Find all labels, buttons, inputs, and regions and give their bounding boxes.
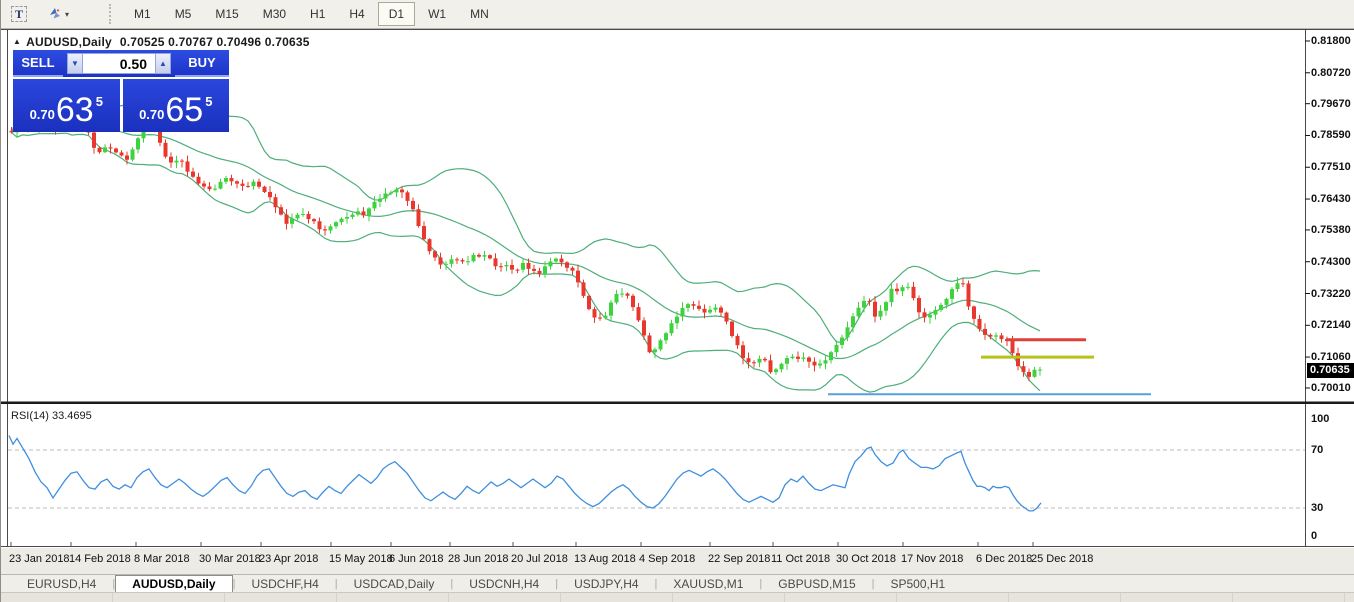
buy-price-prefix: 0.70 xyxy=(139,107,164,122)
one-click-trading-widget: SELL ▼ ▲ BUY 0.70635 0.70655 xyxy=(13,50,229,132)
price-axis-label: 0.75380 xyxy=(1311,224,1351,236)
toolbar: T ▾ M1M5M15M30H1H4D1W1MN xyxy=(1,0,1354,29)
date-axis-label: 22 Sep 2018 xyxy=(708,553,770,565)
rsi-axis-label: 0 xyxy=(1311,530,1317,542)
price-axis-label: 0.72140 xyxy=(1311,319,1351,331)
timeframe-button-m15[interactable]: M15 xyxy=(204,2,249,26)
date-axis-label: 4 Sep 2018 xyxy=(639,553,695,565)
sell-price-point: 5 xyxy=(96,94,103,109)
styler-icon xyxy=(47,5,63,24)
date-axis-label: 14 Feb 2018 xyxy=(69,553,131,565)
one-click-top-row: SELL ▼ ▲ BUY xyxy=(13,50,229,77)
buy-button[interactable]: BUY xyxy=(175,50,229,77)
price-axis-label: 0.77510 xyxy=(1311,161,1351,173)
date-axis-label: 23 Jan 2018 xyxy=(9,553,70,565)
date-axis-label: 25 Dec 2018 xyxy=(1031,553,1093,565)
buy-price-point: 5 xyxy=(205,94,212,109)
timeframe-button-m30[interactable]: M30 xyxy=(252,2,297,26)
mt4-chart-window: T ▾ M1M5M15M30H1H4D1W1MN ▲ AUDUSD,Daily 0.… xyxy=(0,0,1354,602)
one-click-trading-toggle-icon[interactable]: ▲ xyxy=(13,37,21,46)
volume-decrease-button[interactable]: ▼ xyxy=(67,53,83,74)
volume-control: ▼ ▲ xyxy=(67,50,171,77)
rsi-axis-label: 70 xyxy=(1311,444,1323,456)
symbol-label: AUDUSD,Daily xyxy=(26,35,112,49)
sell-price-panel[interactable]: 0.70635 xyxy=(13,79,120,132)
chart-tab[interactable]: USDCAD,Daily xyxy=(338,575,451,592)
date-axis-label: 6 Jun 2018 xyxy=(389,553,443,565)
buy-price-panel[interactable]: 0.70655 xyxy=(123,79,230,132)
chart-tab[interactable]: EURUSD,H4 xyxy=(11,575,112,592)
chart-tab[interactable]: USDCNH,H4 xyxy=(453,575,555,592)
chart-tab[interactable]: XAUUSD,M1 xyxy=(657,575,759,592)
chart-tab[interactable]: USDCHF,H4 xyxy=(235,575,334,592)
date-axis-label: 6 Dec 2018 xyxy=(976,553,1032,565)
chart-tab[interactable]: AUDUSD,Daily xyxy=(115,575,232,592)
ohlc-values: 0.70525 0.70767 0.70496 0.70635 xyxy=(120,35,310,49)
buy-price-pips: 65 xyxy=(165,95,203,125)
chart-tab[interactable]: GBPUSD,M15 xyxy=(762,575,871,592)
price-axis-label: 0.76430 xyxy=(1311,193,1351,205)
text-tool-button[interactable]: T xyxy=(2,2,36,26)
date-axis-label: 8 Mar 2018 xyxy=(134,553,190,565)
timeframe-button-m5[interactable]: M5 xyxy=(164,2,203,26)
price-axis-label: 0.79670 xyxy=(1311,98,1351,110)
timeframe-button-w1[interactable]: W1 xyxy=(417,2,457,26)
timeframe-toolbar: M1M5M15M30H1H4D1W1MN xyxy=(122,2,501,26)
pane-splitter[interactable] xyxy=(1,401,1354,405)
rsi-axis-label: 100 xyxy=(1311,413,1329,425)
volume-increase-button[interactable]: ▲ xyxy=(155,53,171,74)
date-axis-label: 15 May 2018 xyxy=(329,553,393,565)
timeframe-button-mn[interactable]: MN xyxy=(459,2,500,26)
price-axis-label: 0.73220 xyxy=(1311,288,1351,300)
timeframe-button-h4[interactable]: H4 xyxy=(338,2,375,26)
rsi-axis-label: 30 xyxy=(1311,502,1323,514)
price-axis-label: 0.80720 xyxy=(1311,67,1351,79)
price-axis-label: 0.70010 xyxy=(1311,382,1351,394)
styler-dropdown-caret[interactable]: ▾ xyxy=(65,10,69,19)
timeframe-button-h1[interactable]: H1 xyxy=(299,2,336,26)
chart-tabs-bar: EURUSD,H4|AUDUSD,Daily|USDCHF,H4|USDCAD,… xyxy=(1,574,1354,592)
chart-tab[interactable]: SP500,H1 xyxy=(875,575,962,592)
chart-tab[interactable]: USDJPY,H4 xyxy=(558,575,654,592)
toolbar-grip[interactable] xyxy=(109,4,114,24)
date-axis-label: 11 Oct 2018 xyxy=(771,553,830,565)
date-axis-label: 13 Aug 2018 xyxy=(574,553,636,565)
price-axis-label: 0.71060 xyxy=(1311,351,1351,363)
chart-title: ▲ AUDUSD,Daily 0.70525 0.70767 0.70496 0.7… xyxy=(13,35,310,49)
sell-button[interactable]: SELL xyxy=(13,50,63,77)
chart-area: ▲ AUDUSD,Daily 0.70525 0.70767 0.70496 0.7… xyxy=(1,29,1354,548)
one-click-price-panels: 0.70635 0.70655 xyxy=(13,79,229,132)
date-axis-label: 23 Apr 2018 xyxy=(259,553,318,565)
price-axis-label: 0.81800 xyxy=(1311,35,1351,47)
timeframe-button-d1[interactable]: D1 xyxy=(378,2,415,26)
volume-input[interactable] xyxy=(83,53,155,74)
rsi-indicator-label: RSI(14) 33.4695 xyxy=(11,410,92,422)
timeframe-button-m1[interactable]: M1 xyxy=(123,2,162,26)
date-axis-label: 30 Mar 2018 xyxy=(199,553,261,565)
date-axis-label: 28 Jun 2018 xyxy=(448,553,509,565)
current-price-tag: 0.70635 xyxy=(1307,363,1354,378)
date-axis-label: 30 Oct 2018 xyxy=(836,553,896,565)
date-axis-label: 20 Jul 2018 xyxy=(511,553,568,565)
date-axis-label: 17 Nov 2018 xyxy=(901,553,963,565)
price-axis-label: 0.74300 xyxy=(1311,256,1351,268)
bottom-strip xyxy=(1,592,1354,602)
text-tool-icon: T xyxy=(11,6,27,22)
styler-tool-button[interactable]: ▾ xyxy=(38,2,78,26)
price-axis-label: 0.78590 xyxy=(1311,129,1351,141)
sell-price-prefix: 0.70 xyxy=(30,107,55,122)
date-axis[interactable]: 23 Jan 201814 Feb 20188 Mar 2018 30 Mar 2… xyxy=(1,548,1354,574)
sell-price-pips: 63 xyxy=(56,95,94,125)
